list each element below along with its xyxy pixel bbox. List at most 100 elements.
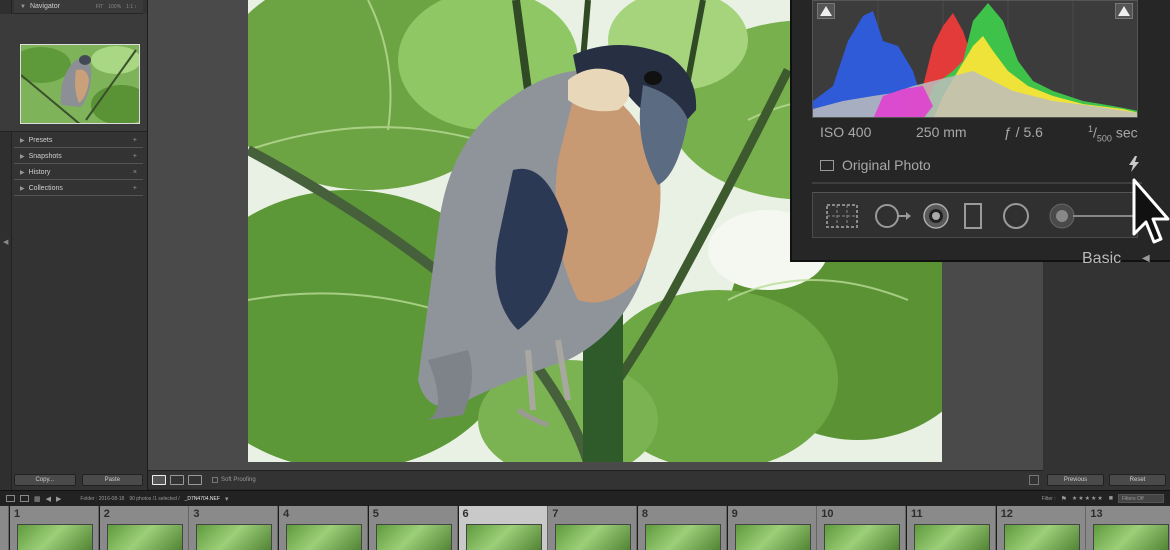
filmstrip-thumbnail[interactable] <box>734 524 811 550</box>
navigator-title: Navigator <box>29 3 60 10</box>
crop-overlay-icon[interactable] <box>825 203 859 234</box>
histogram-zoom-overlay: ISO 400 250 mm ƒ / 5.6 1/500 sec Origina… <box>790 0 1170 267</box>
filmstrip-cell[interactable]: 3 <box>189 506 279 550</box>
back-arrow-icon[interactable]: ◀ <box>46 495 51 503</box>
chevron-down-icon[interactable]: ▾ <box>225 495 229 503</box>
filmstrip-cell[interactable]: 7 <box>548 506 638 550</box>
triangle-down-icon: ▼ <box>20 3 26 10</box>
center-toolbar: Soft Proofing <box>148 470 1043 489</box>
lightroom-window: ◀ ▼ Navigator FIT 100% 1:1 ↕ ▶ Presets +… <box>0 0 1170 550</box>
triangle-right-icon: ▶ <box>20 170 25 176</box>
forward-arrow-icon[interactable]: ▶ <box>56 495 61 503</box>
filmstrip-thumbnail[interactable] <box>1093 524 1170 550</box>
basic-panel-label[interactable]: Basic <box>1082 250 1121 268</box>
filmstrip-cell[interactable]: 10 <box>817 506 907 550</box>
filmstrip-thumbnail[interactable] <box>106 524 183 550</box>
graduated-filter-icon[interactable] <box>963 203 983 234</box>
zoom-100[interactable]: 100% <box>108 4 121 10</box>
filmstrip-cell[interactable]: 2 <box>99 506 189 550</box>
second-window-icon[interactable] <box>20 495 29 502</box>
navigator-header[interactable]: ▼ Navigator FIT 100% 1:1 ↕ <box>14 0 143 14</box>
filters-off-dropdown[interactable]: Filters Off <box>1118 494 1164 503</box>
filmstrip-cell[interactable]: 9 <box>727 506 817 550</box>
filmstrip-thumbnail[interactable] <box>17 524 93 550</box>
previous-button[interactable]: Previous <box>1047 474 1104 486</box>
filmstrip-cell-number: 9 <box>731 508 738 520</box>
grid-icon[interactable]: ▦ <box>34 495 41 503</box>
snapshots-label: Snapshots <box>28 153 62 160</box>
filmstrip-thumbnail[interactable] <box>824 524 901 550</box>
filmstrip-cell[interactable]: 5 <box>368 506 458 550</box>
toolbar-menu-icon[interactable] <box>1029 475 1039 485</box>
selected-filename[interactable]: _D7N4704.NEF <box>185 496 220 502</box>
highlight-clipping-icon[interactable] <box>1115 3 1133 19</box>
clear-history-icon[interactable]: × <box>133 169 137 176</box>
folder-source[interactable]: Folder : 2016-08-18 <box>80 496 124 502</box>
filmstrip-thumbnail[interactable] <box>286 524 363 550</box>
history-header[interactable]: ▶ History × <box>14 166 143 180</box>
main-window-icon[interactable] <box>6 495 15 502</box>
navigator-body <box>0 14 147 132</box>
flag-filter-icon[interactable]: ⚑ <box>1061 495 1067 503</box>
filmstrip-cell[interactable]: 12 <box>996 506 1086 550</box>
filmstrip-cell[interactable]: 8 <box>637 506 727 550</box>
filmstrip-thumbnail[interactable] <box>465 524 542 550</box>
filmstrip-cell[interactable]: 6 <box>458 506 548 550</box>
left-sections: ▶ Presets + ▶ Snapshots + ▶ History × ▶ … <box>14 134 143 196</box>
filmstrip-cell[interactable]: 4 <box>279 506 369 550</box>
add-collection-icon[interactable]: + <box>133 185 137 192</box>
shutter-denominator: 500 <box>1096 133 1112 144</box>
filmstrip-cell-number: 11 <box>911 508 923 520</box>
original-photo-label: Original Photo <box>842 157 931 173</box>
filter-label: Filter : <box>1041 495 1056 502</box>
left-panel: ◀ ▼ Navigator FIT 100% 1:1 ↕ ▶ Presets +… <box>0 0 148 490</box>
shadow-clipping-icon[interactable] <box>817 3 835 19</box>
filmstrip-thumbnail[interactable] <box>196 524 273 550</box>
compare-view-icon[interactable] <box>170 475 184 485</box>
lightning-bolt-icon[interactable] <box>1128 156 1140 175</box>
star-filter[interactable]: ★★★★★ <box>1072 495 1104 502</box>
collections-header[interactable]: ▶ Collections + <box>14 182 143 196</box>
soft-proofing-toggle[interactable]: Soft Proofing <box>212 477 256 483</box>
filmstrip-cell-partial[interactable] <box>0 506 9 550</box>
add-snapshot-icon[interactable]: + <box>133 153 137 160</box>
histogram[interactable] <box>812 0 1138 118</box>
add-preset-icon[interactable]: + <box>133 137 137 144</box>
triangle-left-icon[interactable]: ◀ <box>1142 253 1150 264</box>
filmstrip-cell[interactable]: 13 <box>1086 506 1170 550</box>
soft-proofing-checkbox[interactable] <box>212 477 218 483</box>
filmstrip-toolbar: ▦ ◀ ▶ Folder : 2016-08-18 90 photos /1 s… <box>0 490 1170 506</box>
filmstrip-thumbnail[interactable] <box>914 524 990 550</box>
filmstrip-thumbnail[interactable] <box>644 524 721 550</box>
filmstrip-cell-number: 12 <box>1000 508 1013 520</box>
adjustment-brush-icon[interactable] <box>1049 203 1139 234</box>
loupe-view-icon[interactable] <box>152 475 166 485</box>
filmstrip-thumbnail[interactable] <box>1003 524 1080 550</box>
collections-label: Collections <box>28 185 63 192</box>
spot-removal-icon[interactable] <box>873 203 913 234</box>
red-eye-icon[interactable] <box>921 203 951 234</box>
filmstrip-cell-number: 7 <box>552 508 559 520</box>
copy-button[interactable]: Copy... <box>14 474 76 486</box>
filmstrip-cell[interactable]: 1 <box>10 506 99 550</box>
before-after-icon[interactable] <box>188 475 202 485</box>
shutter-numerator: 1 <box>1088 124 1094 134</box>
presets-header[interactable]: ▶ Presets + <box>14 134 143 148</box>
paste-button[interactable]: Paste <box>81 474 143 486</box>
left-bottom-buttons: Copy... Paste <box>14 474 143 486</box>
filmstrip-cell[interactable]: 11 <box>907 506 996 550</box>
color-filter-icon[interactable]: ■ <box>1109 495 1113 502</box>
divider <box>812 182 1142 184</box>
reset-button[interactable]: Reset <box>1109 474 1166 486</box>
zoom-1-1[interactable]: 1:1 ↕ <box>126 4 137 10</box>
radial-filter-icon[interactable] <box>1001 203 1031 234</box>
navigator-thumbnail[interactable] <box>20 44 140 124</box>
original-photo-checkbox[interactable] <box>820 159 834 171</box>
original-photo-row: Original Photo <box>820 156 1140 174</box>
mouse-pointer-icon <box>1130 178 1170 253</box>
filmstrip-thumbnail[interactable] <box>555 524 632 550</box>
collapse-left-icon[interactable]: ◀ <box>3 238 8 246</box>
snapshots-header[interactable]: ▶ Snapshots + <box>14 150 143 164</box>
zoom-fit[interactable]: FIT <box>96 4 104 10</box>
filmstrip-thumbnail[interactable] <box>375 524 452 550</box>
